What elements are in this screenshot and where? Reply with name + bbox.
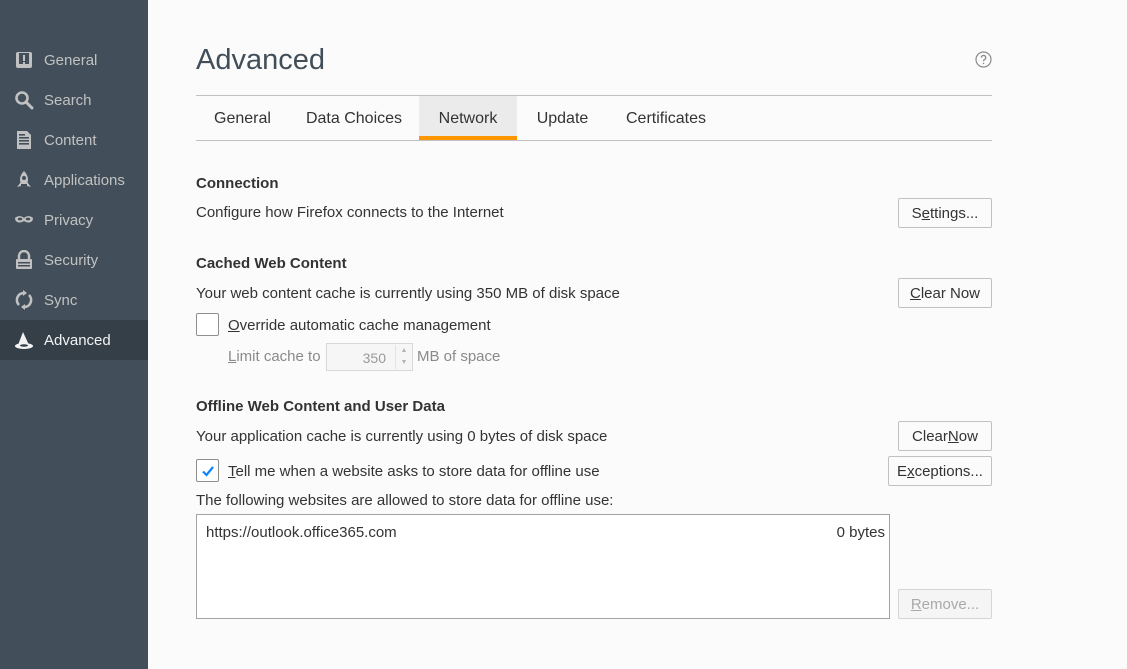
- remove-button[interactable]: Remove...: [898, 589, 992, 619]
- sidebar-item-label: Applications: [44, 171, 125, 189]
- accesskey: T: [228, 463, 236, 480]
- offline-clear-now-button[interactable]: Clear Now: [898, 421, 992, 451]
- button-label-post: ow: [958, 427, 978, 445]
- sidebar-item-label: Security: [44, 251, 99, 269]
- sidebar-item-privacy[interactable]: Privacy: [0, 200, 148, 240]
- accesskey: e: [921, 204, 930, 222]
- sidebar-item-security[interactable]: Security: [0, 240, 148, 280]
- button-label-post: lear Now: [920, 284, 981, 302]
- accesskey: R: [910, 595, 922, 613]
- general-icon: [14, 50, 34, 70]
- sidebar-item-label: Sync: [44, 291, 78, 309]
- sidebar-item-label: General: [44, 51, 98, 69]
- connection-heading: Connection: [196, 175, 279, 192]
- button-label-post: ceptions...: [914, 462, 983, 480]
- limit-cache-label: Limit cache to: [228, 348, 321, 365]
- label-post: verride automatic cache management: [239, 317, 491, 334]
- sidebar-nav: General Search Content Applications Priv…: [0, 40, 148, 360]
- cache-description: Your web content cache is currently usin…: [196, 285, 620, 302]
- cache-size-value: 350: [362, 350, 386, 366]
- sidebar-item-sync[interactable]: Sync: [0, 280, 148, 320]
- connection-description: Configure how Firefox connects to the In…: [196, 204, 504, 221]
- button-label-post: emove...: [921, 595, 980, 613]
- override-cache-label[interactable]: Override automatic cache management: [228, 317, 491, 334]
- label-post: ell me when a website asks to store data…: [235, 463, 600, 480]
- sidebar-item-label: Advanced: [44, 331, 111, 349]
- privacy-mask-icon: [14, 210, 34, 230]
- sidebar: General Search Content Applications Priv…: [0, 0, 148, 669]
- tab-update[interactable]: Update: [517, 96, 608, 140]
- override-cache-checkbox[interactable]: [196, 313, 219, 336]
- limit-cache-suffix: MB of space: [417, 348, 501, 365]
- lock-icon: [14, 250, 34, 270]
- tab-general[interactable]: General: [196, 96, 289, 140]
- question-mark-icon[interactable]: [975, 51, 992, 68]
- sync-icon: [14, 290, 34, 310]
- accesskey: x: [907, 462, 915, 480]
- button-label-pre: S: [911, 204, 922, 222]
- page-title: Advanced: [196, 44, 325, 76]
- accesskey: O: [228, 317, 240, 334]
- spin-up-icon[interactable]: ▲: [395, 345, 412, 357]
- button-label-post: ttings...: [930, 204, 979, 222]
- cache-clear-now-button[interactable]: Clear Now: [898, 278, 992, 308]
- offline-sites-list[interactable]: https://outlook.office365.com 0 bytes: [196, 514, 890, 619]
- tab-certificates[interactable]: Certificates: [608, 96, 724, 140]
- offline-heading: Offline Web Content and User Data: [196, 398, 445, 415]
- button-label-pre: E: [897, 462, 908, 480]
- connection-settings-button[interactable]: Se ttings...: [898, 198, 992, 228]
- advanced-wizard-hat-icon: [14, 330, 34, 350]
- site-url: https://outlook.office365.com: [206, 524, 397, 541]
- accesskey: C: [909, 284, 921, 302]
- button-label-pre: Clear: [912, 427, 948, 445]
- spin-down-icon[interactable]: ▼: [395, 357, 412, 369]
- sidebar-item-label: Content: [44, 131, 97, 149]
- tell-me-offline-checkbox[interactable]: [196, 459, 219, 482]
- offline-description: Your application cache is currently usin…: [196, 428, 608, 445]
- accesskey: N: [947, 427, 959, 445]
- sidebar-item-content[interactable]: Content: [0, 120, 148, 160]
- tab-network[interactable]: Network: [419, 96, 517, 140]
- sidebar-item-general[interactable]: General: [0, 40, 148, 80]
- main-pane: Advanced General Data Choices Network Up…: [196, 0, 992, 669]
- tell-me-offline-label[interactable]: Tell me when a website asks to store dat…: [228, 463, 600, 480]
- sidebar-item-search[interactable]: Search: [0, 80, 148, 120]
- content-icon: [14, 130, 34, 150]
- sidebar-item-applications[interactable]: Applications: [0, 160, 148, 200]
- offline-list-label: The following websites are allowed to st…: [196, 492, 614, 509]
- sidebar-item-advanced[interactable]: Advanced: [0, 320, 148, 360]
- sidebar-item-label: Privacy: [44, 211, 94, 229]
- search-icon: [14, 90, 34, 110]
- list-item[interactable]: https://outlook.office365.com 0 bytes: [197, 515, 889, 547]
- applications-icon: [14, 170, 34, 190]
- site-storage-size: 0 bytes: [836, 524, 885, 541]
- cache-heading: Cached Web Content: [196, 255, 347, 272]
- label-post: imit cache to: [236, 348, 321, 365]
- tab-bar: General Data Choices Network Update Cert…: [196, 96, 992, 140]
- tab-data-choices[interactable]: Data Choices: [289, 96, 419, 140]
- checkmark-icon: [201, 465, 214, 477]
- tab-divider: [196, 140, 992, 141]
- sidebar-item-label: Search: [44, 91, 92, 109]
- cache-size-stepper[interactable]: 350 ▲ ▼: [326, 343, 413, 371]
- exceptions-button[interactable]: Ex ceptions...: [888, 456, 992, 486]
